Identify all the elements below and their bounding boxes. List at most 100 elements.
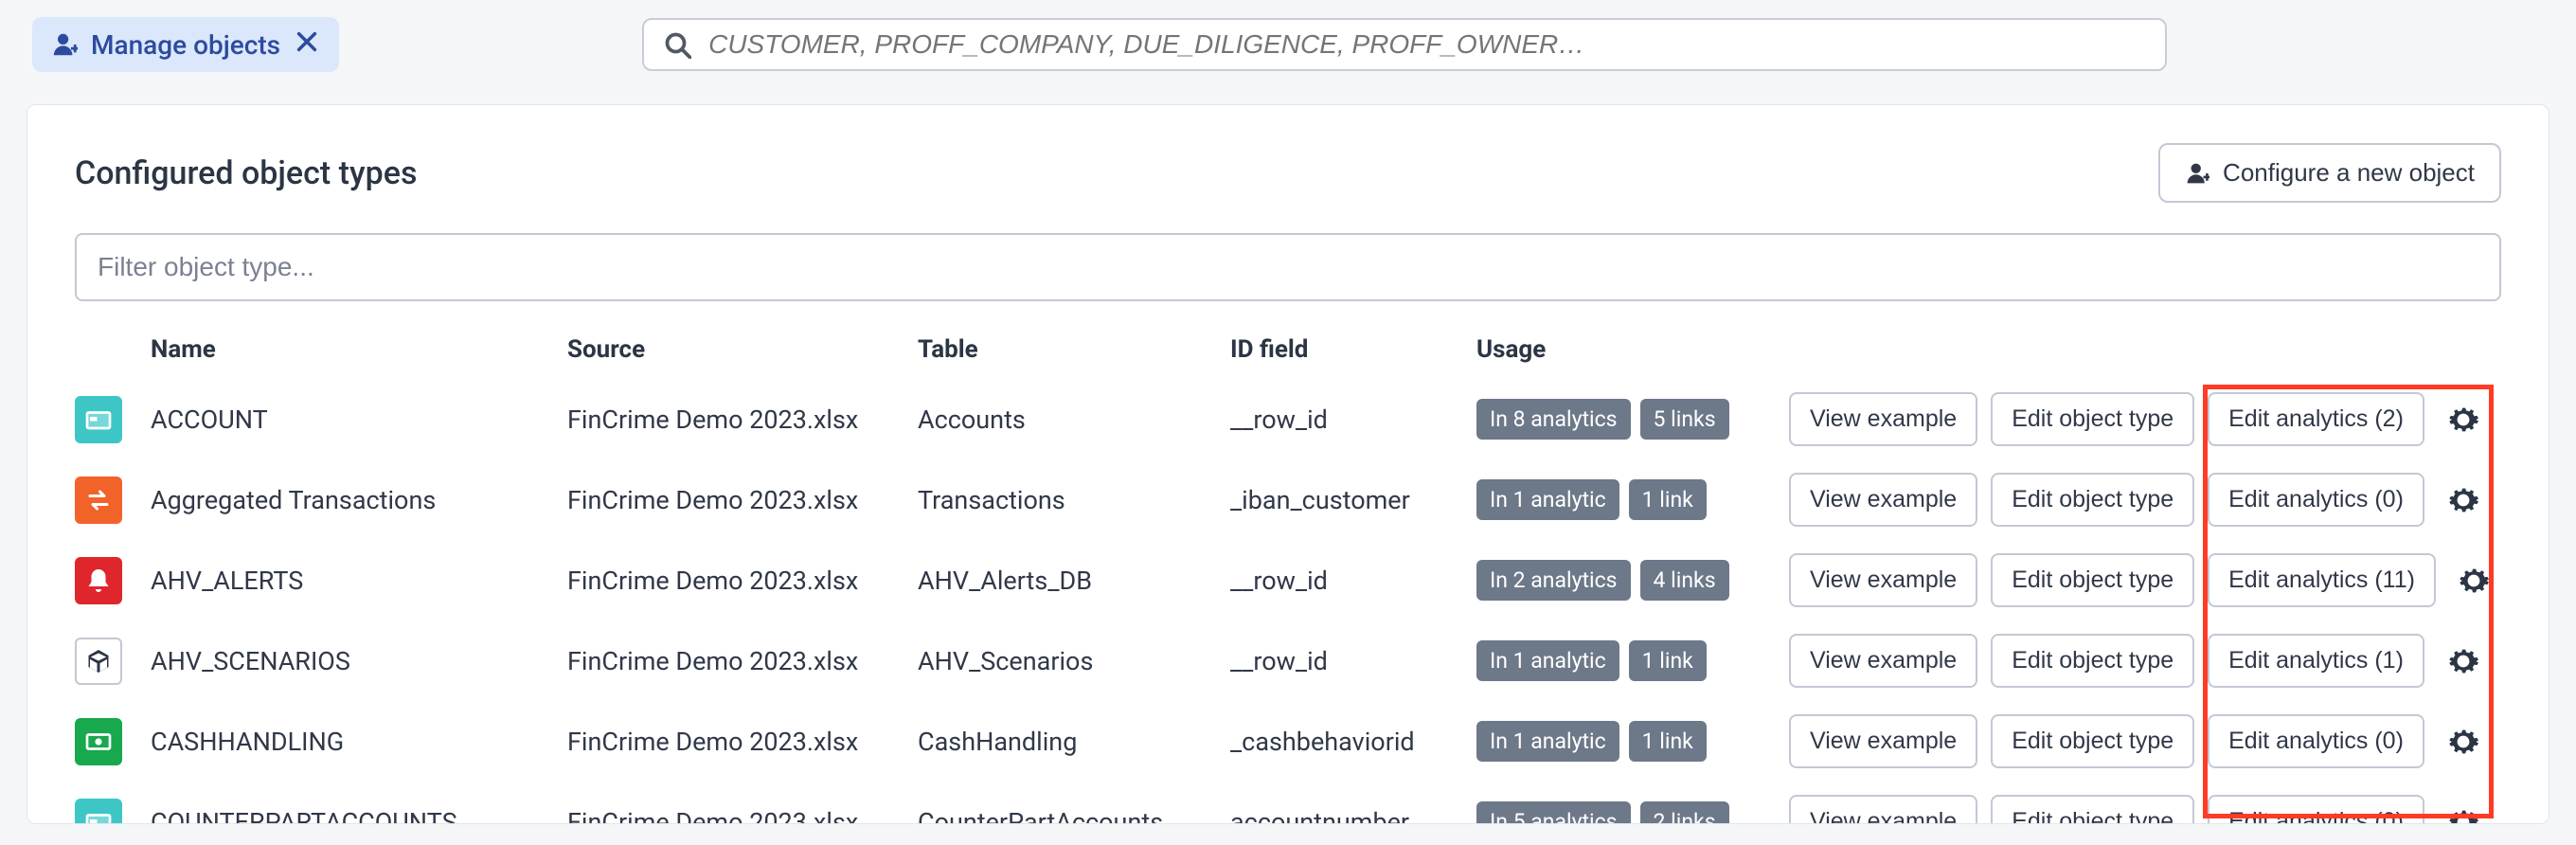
- view-example-button[interactable]: View example: [1789, 795, 1977, 824]
- cell-id-field: __row_id: [1230, 405, 1476, 435]
- chip-close[interactable]: [294, 28, 320, 61]
- gear-icon: [2448, 646, 2478, 676]
- object-type-icon: [75, 396, 122, 443]
- usage-analytics-badge: In 1 analytic: [1476, 479, 1619, 520]
- person-plus-icon: [2185, 161, 2209, 186]
- edit-analytics-button[interactable]: Edit analytics (2): [2208, 392, 2424, 446]
- search-input[interactable]: [708, 29, 2146, 60]
- configure-new-object-button[interactable]: Configure a new object: [2158, 143, 2501, 203]
- edit-analytics-button[interactable]: Edit analytics (0): [2208, 795, 2424, 824]
- table-row: CASHHANDLINGFinCrime Demo 2023.xlsxCashH…: [75, 701, 2501, 782]
- chip-label: Manage objects: [91, 29, 280, 61]
- cell-name: CASHHANDLING: [151, 727, 567, 757]
- edit-object-type-button[interactable]: Edit object type: [1991, 795, 2194, 824]
- object-type-icon: [75, 718, 122, 765]
- cell-usage: In 8 analytics5 links: [1476, 399, 1789, 440]
- cell-source: FinCrime Demo 2023.xlsx: [567, 646, 918, 676]
- cell-id-field: _iban_customer: [1230, 485, 1476, 515]
- row-settings-button[interactable]: [2425, 807, 2501, 825]
- edit-object-type-button[interactable]: Edit object type: [1991, 553, 2194, 607]
- row-settings-button[interactable]: [2436, 566, 2512, 596]
- configure-new-object-label: Configure a new object: [2223, 158, 2475, 188]
- cell-table: AHV_Scenarios: [918, 646, 1230, 676]
- view-example-button[interactable]: View example: [1789, 714, 1977, 768]
- gear-icon: [2448, 727, 2478, 757]
- usage-analytics-badge: In 2 analytics: [1476, 560, 1631, 601]
- edit-analytics-button[interactable]: Edit analytics (0): [2208, 714, 2424, 768]
- col-usage: Usage: [1476, 335, 1789, 364]
- search-icon: [663, 30, 691, 59]
- cell-source: FinCrime Demo 2023.xlsx: [567, 727, 918, 757]
- usage-links-badge: 2 links: [1640, 801, 1729, 824]
- cell-table: Accounts: [918, 405, 1230, 435]
- cell-usage: In 2 analytics4 links: [1476, 560, 1789, 601]
- object-type-icon: [75, 638, 122, 685]
- panel-title: Configured object types: [75, 154, 417, 192]
- filter-object-type-input[interactable]: [75, 233, 2501, 301]
- usage-links-badge: 1 link: [1629, 640, 1707, 681]
- manage-objects-chip[interactable]: Manage objects: [32, 17, 339, 72]
- usage-analytics-badge: In 1 analytic: [1476, 721, 1619, 762]
- cell-table: CashHandling: [918, 727, 1230, 757]
- cell-id-field: __row_id: [1230, 646, 1476, 676]
- row-settings-button[interactable]: [2425, 405, 2501, 435]
- object-types-table: Name Source Table ID field Usage ACCOUNT…: [75, 320, 2501, 824]
- cell-usage: In 1 analytic1 link: [1476, 479, 1789, 520]
- col-source: Source: [567, 335, 918, 364]
- gear-icon: [2448, 405, 2478, 435]
- edit-object-type-button[interactable]: Edit object type: [1991, 714, 2194, 768]
- cell-source: FinCrime Demo 2023.xlsx: [567, 405, 918, 435]
- gear-icon: [2448, 807, 2478, 825]
- cell-table: Transactions: [918, 485, 1230, 515]
- table-row: ACCOUNTFinCrime Demo 2023.xlsxAccounts__…: [75, 379, 2501, 459]
- cell-source: FinCrime Demo 2023.xlsx: [567, 566, 918, 596]
- edit-analytics-button[interactable]: Edit analytics (11): [2208, 553, 2436, 607]
- edit-object-type-button[interactable]: Edit object type: [1991, 634, 2194, 688]
- row-actions: View example Edit object type Edit analyti…: [1789, 553, 2436, 607]
- view-example-button[interactable]: View example: [1789, 473, 1977, 527]
- col-id-field: ID field: [1230, 335, 1476, 364]
- view-example-button[interactable]: View example: [1789, 634, 1977, 688]
- cell-table: CounterPartAccounts: [918, 807, 1230, 825]
- cell-source: FinCrime Demo 2023.xlsx: [567, 807, 918, 825]
- cell-id-field: _cashbehaviorid: [1230, 727, 1476, 757]
- table-row: COUNTERPARTACCOUNTSFinCrime Demo 2023.xl…: [75, 782, 2501, 824]
- usage-links-badge: 1 link: [1629, 479, 1707, 520]
- cell-id-field: accountnumber: [1230, 807, 1476, 825]
- row-settings-button[interactable]: [2425, 485, 2501, 515]
- table-header: Name Source Table ID field Usage: [75, 320, 2501, 379]
- row-settings-button[interactable]: [2425, 727, 2501, 757]
- table-row: AHV_ALERTSFinCrime Demo 2023.xlsxAHV_Ale…: [75, 540, 2501, 620]
- cell-name: Aggregated Transactions: [151, 485, 567, 515]
- cell-usage: In 1 analytic1 link: [1476, 721, 1789, 762]
- object-type-icon: [75, 557, 122, 604]
- edit-analytics-button[interactable]: Edit analytics (0): [2208, 473, 2424, 527]
- table-row: Aggregated TransactionsFinCrime Demo 202…: [75, 459, 2501, 540]
- col-table: Table: [918, 335, 1230, 364]
- gear-icon: [2448, 485, 2478, 515]
- cell-name: AHV_SCENARIOS: [151, 646, 567, 676]
- close-icon: [294, 28, 320, 55]
- row-actions: View example Edit object type Edit analyti…: [1789, 795, 2425, 824]
- row-settings-button[interactable]: [2425, 646, 2501, 676]
- view-example-button[interactable]: View example: [1789, 553, 1977, 607]
- edit-object-type-button[interactable]: Edit object type: [1991, 392, 2194, 446]
- usage-links-badge: 5 links: [1640, 399, 1729, 440]
- cell-usage: In 1 analytic1 link: [1476, 640, 1789, 681]
- usage-analytics-badge: In 8 analytics: [1476, 399, 1631, 440]
- row-actions: View example Edit object type Edit analyti…: [1789, 634, 2425, 688]
- cell-source: FinCrime Demo 2023.xlsx: [567, 485, 918, 515]
- object-type-icon: [75, 476, 122, 524]
- edit-analytics-button[interactable]: Edit analytics (1): [2208, 634, 2424, 688]
- gear-icon: [2459, 566, 2489, 596]
- row-actions: View example Edit object type Edit analyti…: [1789, 392, 2425, 446]
- cell-name: COUNTERPARTACCOUNTS: [151, 807, 567, 825]
- cell-name: AHV_ALERTS: [151, 566, 567, 596]
- configured-object-types-panel: Configured object types Configure a new …: [27, 104, 2549, 824]
- cell-name: ACCOUNT: [151, 405, 567, 435]
- usage-links-badge: 4 links: [1640, 560, 1729, 601]
- edit-object-type-button[interactable]: Edit object type: [1991, 473, 2194, 527]
- global-search[interactable]: [642, 18, 2167, 71]
- usage-analytics-badge: In 5 analytics: [1476, 801, 1631, 824]
- view-example-button[interactable]: View example: [1789, 392, 1977, 446]
